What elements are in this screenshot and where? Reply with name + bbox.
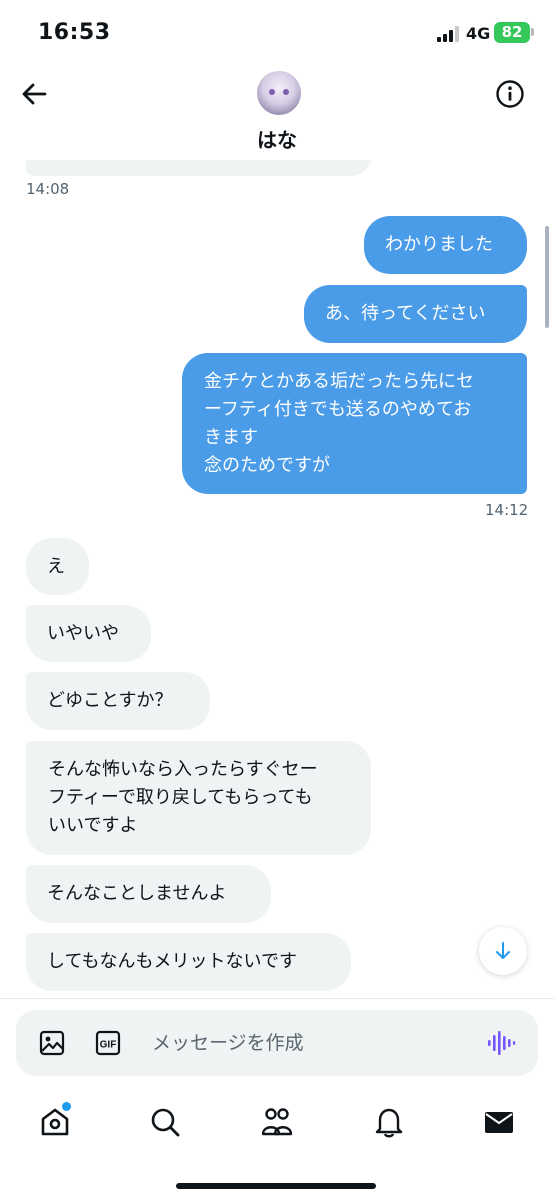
message-text: あ、待ってください	[325, 303, 486, 324]
message-timestamp: 14:12	[485, 501, 529, 519]
message-composer: GIF	[16, 1010, 538, 1076]
received-message-bubble[interactable]: そんな怖いなら入ったらすぐセー フティーで取り戻してもらっても いいですよ	[26, 741, 371, 855]
message-text: してもなんもメリットないです	[47, 951, 298, 972]
network-type: 4G	[466, 24, 491, 43]
composer-divider	[0, 998, 554, 999]
received-message-bubble[interactable]: してもなんもメリットないです	[26, 933, 351, 991]
messages-envelope-icon[interactable]	[482, 1105, 516, 1139]
sent-message-bubble[interactable]: わかりました	[364, 216, 527, 274]
message-text: わかりました	[385, 234, 493, 255]
received-message-bubble[interactable]: え	[26, 538, 89, 595]
received-message-bubble[interactable]: どゆことすか？	[26, 672, 210, 730]
cellular-signal-icon	[437, 26, 459, 42]
home-badge-dot	[62, 1102, 71, 1111]
battery-indicator: 82	[494, 22, 530, 43]
message-text: 金チケとかある垢だったら先にセ ーフティ付きでも送るのやめてお きます 念のため…	[204, 370, 474, 476]
info-circle-icon[interactable]	[495, 79, 525, 109]
bottom-tab-bar	[0, 1092, 554, 1152]
image-icon[interactable]	[38, 1029, 66, 1057]
received-message-bubble[interactable]: そんなことしませんよ	[26, 865, 271, 923]
conversation-header: はな	[0, 62, 554, 160]
sent-message-bubble[interactable]: あ、待ってください	[304, 285, 527, 343]
message-text: いやいや	[47, 622, 119, 644]
status-bar: 16:53 4G 82	[0, 0, 554, 64]
gif-icon[interactable]: GIF	[94, 1029, 122, 1057]
sent-message-bubble[interactable]: 金チケとかある垢だったら先にセ ーフティ付きでも送るのやめてお きます 念のため…	[182, 353, 527, 494]
notifications-bell-icon[interactable]	[372, 1105, 406, 1139]
message-text: そんな怖いなら入ったらすぐセー フティーで取り戻してもらっても いいですよ	[48, 759, 318, 836]
scroll-to-bottom-button[interactable]	[479, 927, 527, 975]
message-text: そんなことしませんよ	[47, 883, 227, 904]
communities-icon[interactable]	[260, 1105, 294, 1139]
voice-wave-icon[interactable]	[486, 1029, 516, 1057]
search-icon[interactable]	[148, 1105, 182, 1139]
received-message-bubble[interactable]: いやいや	[26, 605, 151, 662]
message-text: どゆことすか？	[47, 690, 173, 711]
contact-name[interactable]: はな	[0, 124, 554, 153]
scrollbar[interactable]	[545, 226, 549, 328]
arrow-left-icon[interactable]	[18, 78, 50, 110]
battery-cap	[531, 28, 534, 36]
home-indicator[interactable]	[176, 1183, 376, 1189]
avatar[interactable]	[257, 71, 301, 115]
message-input[interactable]	[152, 1029, 452, 1057]
arrow-down-icon	[496, 942, 510, 959]
message-timestamp: 14:08	[26, 180, 70, 198]
status-time: 16:53	[38, 20, 111, 45]
message-text: え	[47, 555, 65, 577]
gif-label: GIF	[100, 1040, 117, 1051]
